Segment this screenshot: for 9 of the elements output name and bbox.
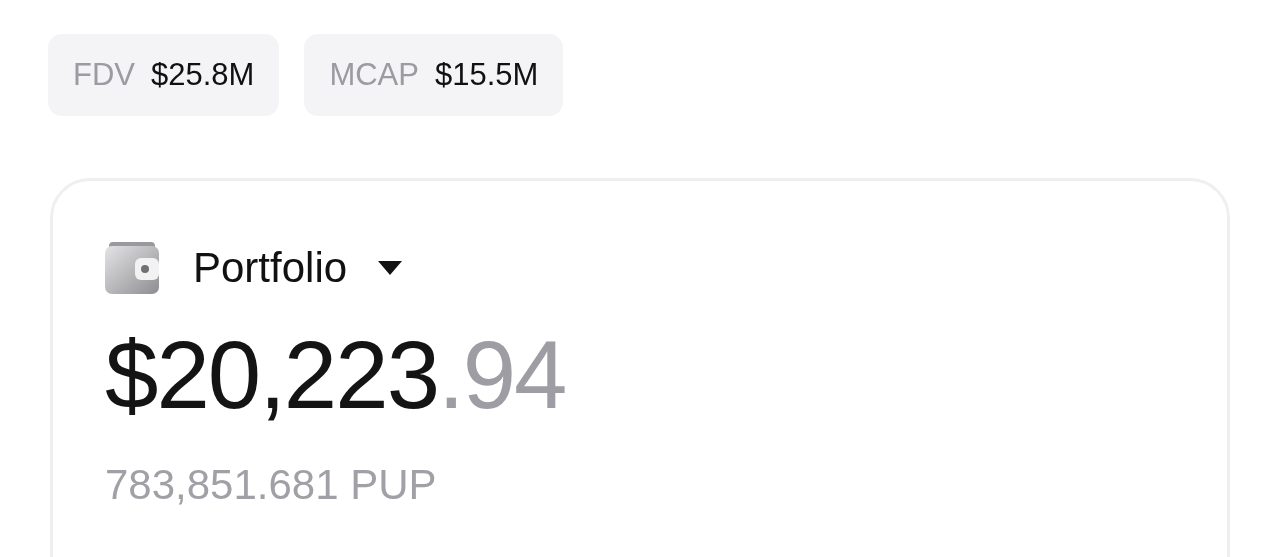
stat-value: $15.5M bbox=[435, 55, 539, 94]
portfolio-dropdown[interactable]: Portfolio bbox=[193, 236, 404, 299]
stat-value: $25.8M bbox=[151, 55, 255, 94]
wallet-icon bbox=[105, 241, 159, 294]
stat-label: MCAP bbox=[329, 55, 419, 94]
stat-label: FDV bbox=[73, 55, 135, 94]
caret-icon bbox=[377, 259, 404, 276]
token-amount: 783,851.681 PUP bbox=[105, 460, 438, 510]
portfolio-balance: $20,223.94 bbox=[105, 327, 567, 423]
